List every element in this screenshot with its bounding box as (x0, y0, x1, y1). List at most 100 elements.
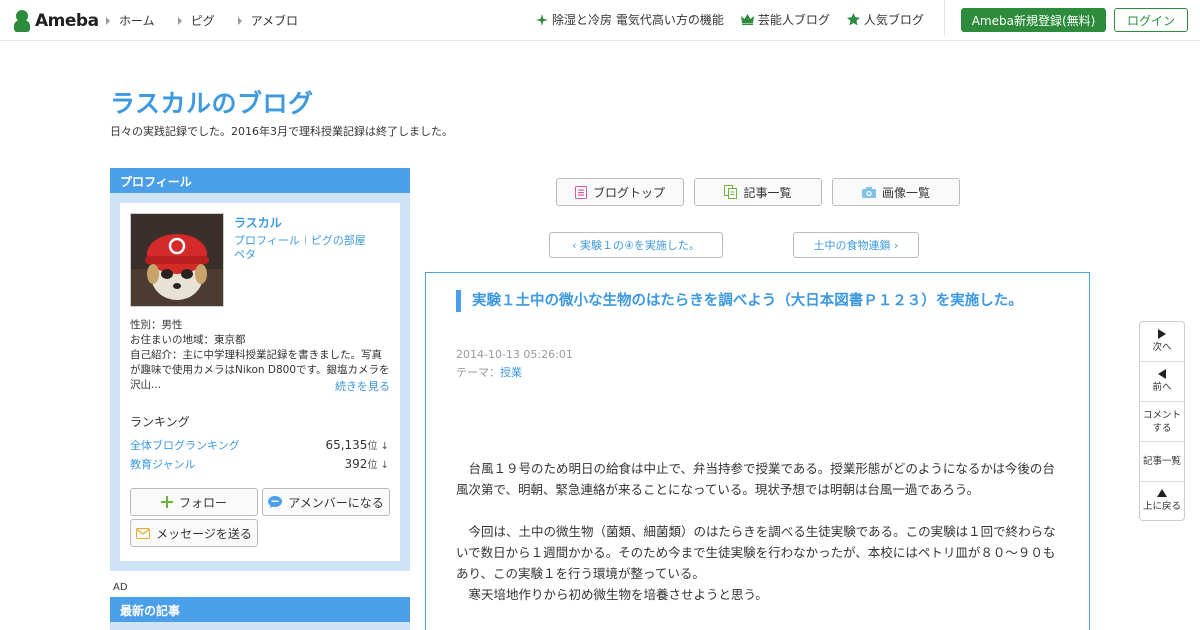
profile-box: ラスカル プロフィール｜ピグの部屋 ペタ 性別：男性 お住まいの地域：東京都 自… (110, 193, 410, 571)
link-celebrity-blog[interactable]: 芸能人ブログ (740, 11, 830, 28)
float-next-label: 次へ (1152, 342, 1172, 353)
profile-links: プロフィール｜ピグの部屋 ペタ (234, 234, 366, 262)
ranking-row: 教育ジャンル 392位 ↓ (130, 456, 389, 472)
floating-nav: 次へ 前へ コメントする 記事一覧 上に戻る (1139, 321, 1185, 521)
peta-link[interactable]: ペタ (234, 248, 256, 261)
profile-region: お住まいの地域：東京都 (130, 334, 246, 346)
follow-button[interactable]: フォロー (130, 488, 258, 516)
ranking-row: 全体ブログランキング 65,135位 ↓ (130, 437, 389, 453)
float-top-label: 上に戻る (1142, 501, 1181, 512)
header-divider (944, 0, 945, 36)
recent-articles-heading: 最新の記事 (110, 597, 410, 622)
envelope-icon (136, 527, 151, 539)
ranking-label[interactable]: 教育ジャンル (130, 456, 195, 472)
play-right-icon (1158, 329, 1166, 339)
blog-description: 日々の実践記録でした。2016年3月で理科授業記録は終了しました。 (110, 125, 453, 138)
read-more-link[interactable]: 続きを見る (335, 378, 390, 394)
avatar[interactable] (130, 213, 224, 307)
article-list-button[interactable]: 記事一覧 (694, 178, 822, 206)
blog-top-button[interactable]: ブログトップ (556, 178, 684, 206)
article-paragraph: 寒天培地作りから初め微生物を培養させようと思う。 (456, 587, 768, 602)
register-button[interactable]: Ameba新規登録(無料) (961, 8, 1106, 32)
copy-docs-icon (724, 185, 738, 199)
ameba-logo-icon (12, 10, 32, 32)
plus-icon (160, 496, 173, 508)
next-article-label: 土中の食物連鎖 (813, 239, 891, 252)
star-icon (846, 13, 860, 26)
blog-top-label: ブログトップ (592, 185, 665, 200)
link-dehumidify[interactable]: 除湿と冷房 電気代高い方の機能 (536, 11, 724, 28)
header-links: 除湿と冷房 電気代高い方の機能 芸能人ブログ 人気ブログ (536, 11, 941, 28)
ranking-heading: ランキング (130, 415, 190, 429)
article-theme: テーマ：授業 (456, 364, 522, 380)
image-list-button[interactable]: 画像一覧 (832, 178, 960, 206)
link-separator: ｜ (299, 234, 311, 247)
float-prev-label: 前へ (1152, 382, 1172, 393)
amember-button[interactable]: アメンバーになる (262, 488, 390, 516)
article-date: 2014-10-13 05:26:01 (456, 348, 573, 361)
ranking-number: 65,135 (325, 438, 368, 452)
link-dehumidify-label: 除湿と冷房 電気代高い方の機能 (552, 13, 724, 27)
follow-label: フォロー (178, 495, 227, 510)
triangle-right-icon (237, 16, 242, 25)
article-body: 台風１９号のため明日の給食は中止で、弁当持参で授業である。授業形態がどのようにな… (456, 458, 1060, 605)
send-message-label: メッセージを送る (156, 526, 252, 541)
ranking-unit: 位 ↓ (367, 460, 389, 471)
article-paragraph: 今回は、土中の微生物（菌類、細菌類）のはたらきを調べる生徒実験である。この実験は… (456, 524, 1056, 581)
link-celebrity-blog-label: 芸能人ブログ (757, 13, 830, 27)
profile-panel: プロフィール ラスカル プロフィール｜ピグの部屋 ペタ 性別：男性 お住まいの地… (110, 168, 410, 571)
profile-inner: ラスカル プロフィール｜ピグの部屋 ペタ 性別：男性 お住まいの地域：東京都 自… (120, 203, 400, 561)
nav-ameblo[interactable]: アメブロ (237, 12, 298, 29)
prev-article-link[interactable]: ‹ 実験１の④を実施した。 (549, 232, 723, 258)
ranking-value: 392位 ↓ (345, 456, 389, 472)
theme-link[interactable]: 授業 (500, 366, 522, 379)
float-next-button[interactable]: 次へ (1140, 322, 1184, 362)
nav-home[interactable]: ホーム (106, 12, 155, 29)
float-list-button[interactable]: 記事一覧 (1140, 442, 1184, 482)
article-title[interactable]: 実験１土中の微小な生物のはたらきを調べよう（大日本図書Ｐ１２３）を実施した。 (456, 290, 1056, 312)
article: 実験１土中の微小な生物のはたらきを調べよう（大日本図書Ｐ１２３）を実施した。 2… (425, 272, 1090, 630)
float-prev-button[interactable]: 前へ (1140, 362, 1184, 402)
prev-article-label: 実験１の④を実施した。 (580, 239, 700, 252)
profile-name[interactable]: ラスカル (234, 214, 282, 231)
float-comment-button[interactable]: コメントする (1140, 402, 1184, 442)
triangle-right-icon (106, 16, 110, 25)
ad-label: AD (113, 582, 128, 593)
recent-articles-box (110, 622, 410, 630)
nav-pigg[interactable]: ピグ (177, 12, 215, 29)
ranking-value: 65,135位 ↓ (325, 437, 389, 453)
image-list-label: 画像一覧 (881, 185, 930, 200)
global-nav: ホーム ピグ アメブロ (106, 12, 321, 29)
send-message-button[interactable]: メッセージを送る (130, 519, 258, 547)
amember-label: アメンバーになる (288, 495, 384, 510)
pigg-room-link[interactable]: ピグの部屋 (311, 234, 366, 247)
nav-home-label: ホーム (119, 14, 155, 28)
chevron-left-icon: ‹ (572, 238, 581, 252)
ranking-unit: 位 ↓ (367, 441, 389, 452)
play-left-icon (1158, 369, 1166, 379)
login-button[interactable]: ログイン (1114, 8, 1188, 32)
article-paragraph (456, 500, 1060, 521)
ameba-logo[interactable]: Ameba (12, 9, 99, 33)
float-comment-label: コメントする (1143, 409, 1182, 434)
ranking-label[interactable]: 全体ブログランキング (130, 437, 240, 453)
profile-link[interactable]: プロフィール (234, 234, 300, 247)
link-popular-blog[interactable]: 人気ブログ (846, 11, 924, 28)
triangle-right-icon (177, 16, 182, 25)
profile-gender: 性別：男性 (130, 319, 183, 331)
float-top-button[interactable]: 上に戻る (1140, 482, 1184, 520)
article-list-label: 記事一覧 (743, 185, 792, 200)
blog-title[interactable]: ラスカルのブログ (110, 84, 314, 120)
profile-heading: プロフィール (110, 168, 410, 193)
next-article-link[interactable]: 土中の食物連鎖 › (793, 232, 919, 258)
chevron-right-icon: › (890, 238, 899, 252)
nav-pigg-label: ピグ (190, 14, 215, 28)
camera-icon (861, 186, 876, 198)
theme-label: テーマ： (456, 366, 500, 379)
ranking-number: 392 (344, 457, 368, 471)
document-icon (574, 185, 587, 199)
crown-icon (740, 14, 754, 25)
float-list-label: 記事一覧 (1142, 456, 1181, 467)
avatar-image (131, 214, 223, 306)
global-header: Ameba ホーム ピグ アメブロ 除湿と冷房 電気代高い方の機能 芸能人ブログ… (0, 0, 1200, 41)
